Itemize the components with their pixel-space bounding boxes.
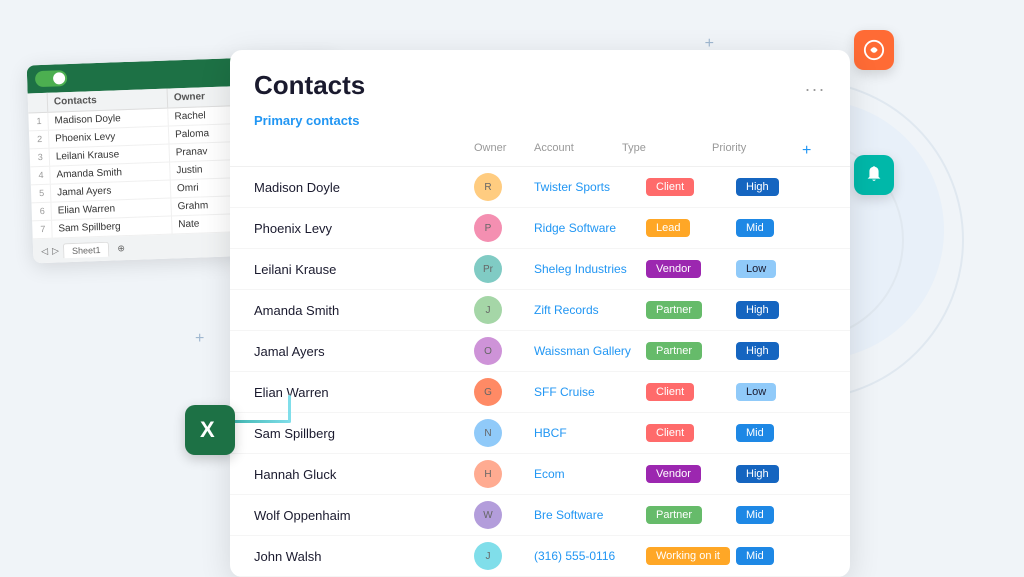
priority-badge: High (736, 301, 826, 319)
col-type: Type (622, 140, 712, 162)
contact-name: Elian Warren (254, 385, 474, 400)
contacts-panel-header: Contacts ... (230, 50, 850, 109)
account-link[interactable]: Zift Records (534, 303, 646, 317)
owner-avatar: O (474, 337, 534, 365)
type-badge: Client (646, 383, 736, 401)
type-badge: Vendor (646, 260, 736, 278)
bell-icon (854, 155, 894, 195)
contact-name: Sam Spillberg (254, 426, 474, 441)
col-owner: Owner (474, 140, 534, 162)
account-link[interactable]: Ecom (534, 467, 646, 481)
account-link[interactable]: Bre Software (534, 508, 646, 522)
contact-name: Hannah Gluck (254, 467, 474, 482)
contact-row[interactable]: John Walsh J (316) 555-0116 Working on i… (230, 536, 850, 577)
contact-name: John Walsh (254, 549, 474, 564)
type-badge: Client (646, 178, 736, 196)
priority-badge: High (736, 465, 826, 483)
priority-badge: Mid (736, 424, 826, 442)
priority-badge: Mid (736, 547, 826, 565)
contact-row[interactable]: Wolf Oppenhaim W Bre Software Partner Mi… (230, 495, 850, 536)
table-header: Owner Account Type Priority + (230, 136, 850, 167)
owner-avatar: G (474, 378, 534, 406)
owner-avatar: J (474, 296, 534, 324)
type-badge: Vendor (646, 465, 736, 483)
account-link[interactable]: HBCF (534, 426, 646, 440)
section-label: Primary contacts (230, 109, 850, 136)
more-options-button[interactable]: ... (805, 75, 826, 96)
contact-name: Phoenix Levy (254, 221, 474, 236)
contact-row[interactable]: Elian Warren G SFF Cruise Client Low (230, 372, 850, 413)
owner-avatar: N (474, 419, 534, 447)
account-link[interactable]: SFF Cruise (534, 385, 646, 399)
priority-badge: Low (736, 260, 826, 278)
contact-name: Wolf Oppenhaim (254, 508, 474, 523)
contact-name: Jamal Ayers (254, 344, 474, 359)
contact-name: Leilani Krause (254, 262, 474, 277)
owner-avatar: Pr (474, 255, 534, 283)
page-title: Contacts (254, 70, 365, 101)
contact-row[interactable]: Hannah Gluck H Ecom Vendor High (230, 454, 850, 495)
contact-row[interactable]: Phoenix Levy P Ridge Software Lead Mid (230, 208, 850, 249)
type-badge: Client (646, 424, 736, 442)
account-link[interactable]: Ridge Software (534, 221, 646, 235)
type-badge: Lead (646, 219, 736, 237)
contact-row[interactable]: Madison Doyle R Twister Sports Client Hi… (230, 167, 850, 208)
contact-name: Madison Doyle (254, 180, 474, 195)
type-badge: Partner (646, 301, 736, 319)
owner-avatar: J (474, 542, 534, 570)
type-badge: Partner (646, 342, 736, 360)
hubspot-icon (854, 30, 894, 70)
excel-badge-icon: X (185, 405, 235, 455)
contact-row[interactable]: Leilani Krause Pr Sheleg Industries Vend… (230, 249, 850, 290)
owner-avatar: R (474, 173, 534, 201)
col-priority: Priority (712, 140, 802, 162)
contacts-rows-container: Madison Doyle R Twister Sports Client Hi… (230, 167, 850, 577)
account-link[interactable]: Waissman Gallery (534, 344, 646, 358)
col-name (254, 140, 474, 162)
contacts-panel: Contacts ... Primary contacts Owner Acco… (230, 50, 850, 577)
svg-text:X: X (200, 417, 215, 442)
account-link[interactable]: Twister Sports (534, 180, 646, 194)
type-badge: Partner (646, 506, 736, 524)
account-link[interactable]: Sheleg Industries (534, 262, 646, 276)
plus-sign-2: + (195, 330, 204, 348)
contact-row[interactable]: Jamal Ayers O Waissman Gallery Partner H… (230, 331, 850, 372)
priority-badge: High (736, 342, 826, 360)
add-col-btn[interactable]: + (802, 140, 826, 162)
connector-line-v (288, 395, 291, 423)
account-link[interactable]: (316) 555-0116 (534, 549, 646, 563)
contact-name: Amanda Smith (254, 303, 474, 318)
priority-badge: High (736, 178, 826, 196)
excel-toggle (35, 70, 68, 87)
priority-badge: Low (736, 383, 826, 401)
col-account: Account (534, 140, 622, 162)
priority-badge: Mid (736, 219, 826, 237)
owner-avatar: P (474, 214, 534, 242)
priority-badge: Mid (736, 506, 826, 524)
type-badge: Working on it (646, 547, 736, 565)
contact-row[interactable]: Sam Spillberg N HBCF Client Mid (230, 413, 850, 454)
owner-avatar: H (474, 460, 534, 488)
contact-row[interactable]: Amanda Smith J Zift Records Partner High (230, 290, 850, 331)
